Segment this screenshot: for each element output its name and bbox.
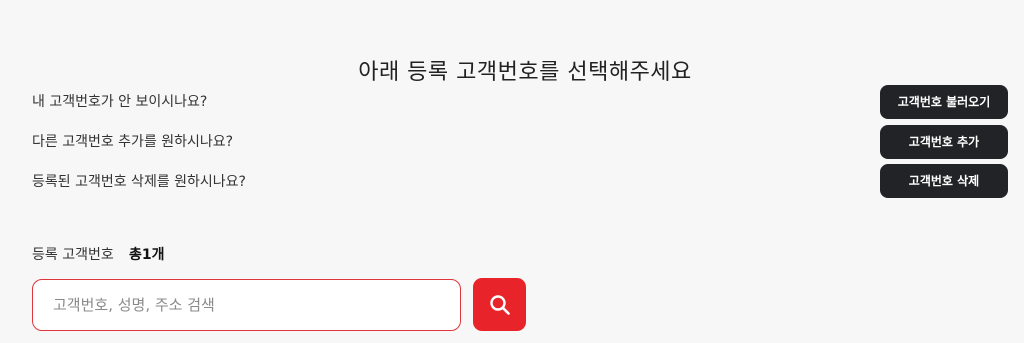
- page-title: 아래 등록 고객번호를 선택해주세요: [358, 59, 692, 85]
- registered-count: 총1개: [129, 247, 165, 263]
- load-customer-number-button[interactable]: 고객번호 불러오기: [880, 85, 1008, 119]
- delete-customer-number-button[interactable]: 고객번호 삭제: [880, 164, 1008, 198]
- search-input[interactable]: [32, 279, 461, 331]
- question-add-customer-number: 다른 고객번호 추가를 원하시나요?: [32, 134, 234, 150]
- question-missing-customer-number: 내 고객번호가 안 보이시나요?: [32, 94, 208, 110]
- registered-customer-number-label: 등록 고객번호: [32, 247, 114, 263]
- add-customer-number-button[interactable]: 고객번호 추가: [880, 125, 1008, 159]
- search-icon: [489, 294, 510, 315]
- question-delete-customer-number: 등록된 고객번호 삭제를 원하시나요?: [32, 174, 246, 190]
- search-button[interactable]: [473, 278, 526, 331]
